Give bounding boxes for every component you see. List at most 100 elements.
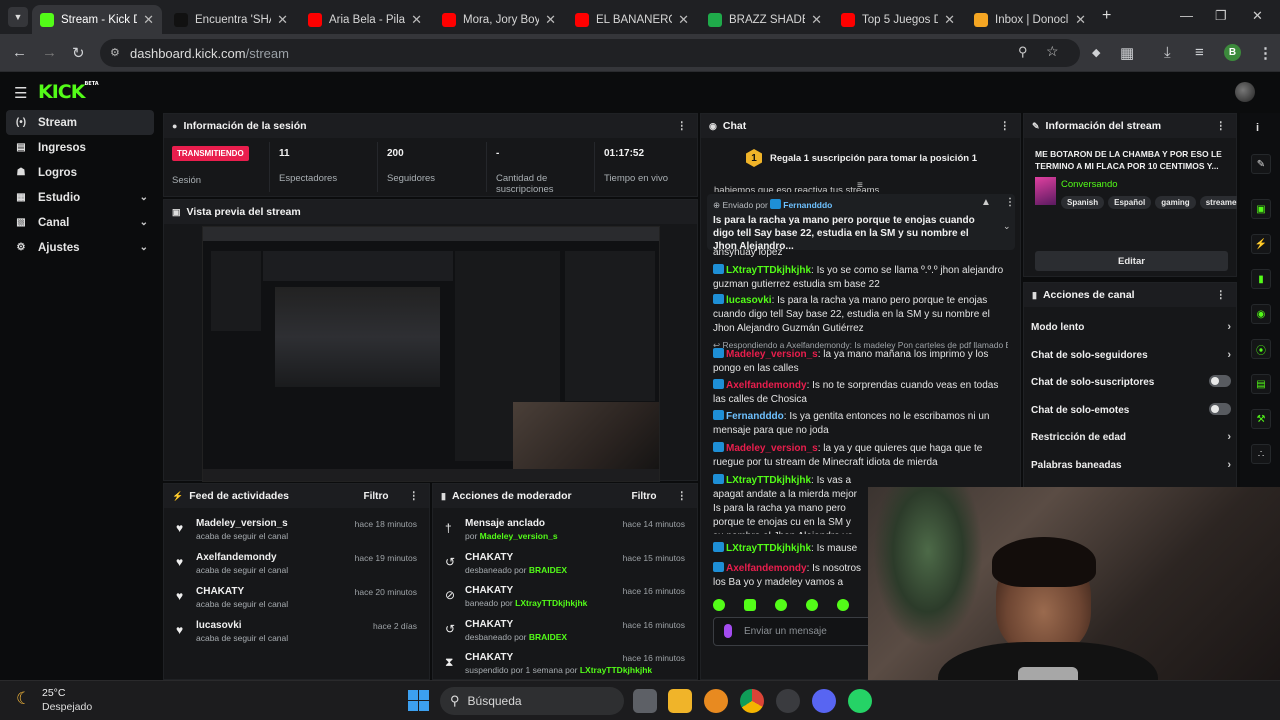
activity-filter-button[interactable]: Filtro <box>364 491 389 502</box>
download-icon[interactable]: ⤓ <box>1164 44 1171 61</box>
wrench-tool-icon[interactable]: ⚒ <box>1251 409 1271 429</box>
chevron-down-icon[interactable]: ⌄ <box>140 217 148 228</box>
chat-username[interactable]: Axelfandemondy <box>726 563 807 574</box>
category-name[interactable]: Conversando <box>1061 179 1118 190</box>
browser-menu-icon[interactable]: ⋮ <box>1258 44 1273 62</box>
sidebar-item-stream[interactable]: (•) Stream <box>6 110 154 135</box>
chat-message[interactable]: Fernandddo: Is ya gentita entonces no le… <box>713 410 1013 438</box>
app-icon[interactable] <box>776 689 800 713</box>
expand-pinned-icon[interactable]: ⌄ <box>1003 221 1011 232</box>
task-view-icon[interactable] <box>633 689 657 713</box>
chevron-right-icon[interactable]: › <box>1227 349 1231 361</box>
fl-studio-icon[interactable] <box>704 689 728 713</box>
mod-action-by[interactable]: BRAIDEX <box>529 565 567 575</box>
chevron-right-icon[interactable]: › <box>1227 431 1231 443</box>
mod-menu[interactable]: ⋮ <box>677 490 688 502</box>
discord-icon[interactable] <box>812 689 836 713</box>
tag-chip[interactable]: streamer <box>1199 196 1237 209</box>
pinned-menu[interactable]: ⋮ <box>1005 197 1015 208</box>
chat-username[interactable]: lucasovki <box>726 295 772 306</box>
browser-tab[interactable]: EL BANANERO - ✕ <box>567 5 697 34</box>
extensions-icon[interactable]: ▦ <box>1120 44 1134 62</box>
session-info-menu[interactable]: ⋮ <box>677 120 688 132</box>
activity-menu[interactable]: ⋮ <box>409 490 420 502</box>
sidebar-item-ingresos[interactable]: ▤ Ingresos <box>6 135 154 160</box>
forward-button[interactable]: → <box>42 44 57 61</box>
chat-message[interactable]: LXtrayTTDkjhkjhk: Is yo se como se llama… <box>713 264 1013 292</box>
chat-username[interactable]: Madeley_version_s <box>726 443 818 454</box>
weather-temp[interactable]: 25°C <box>42 687 65 699</box>
unpin-icon[interactable]: ▲ <box>981 197 991 208</box>
media-controls-icon[interactable]: ≡ <box>1195 44 1204 61</box>
site-info-icon[interactable]: ⚙ <box>110 46 120 59</box>
zoom-search-icon[interactable]: ⚲ <box>1018 44 1028 60</box>
chat-username[interactable]: Axelfandemondy <box>726 380 807 391</box>
start-button[interactable] <box>408 690 429 711</box>
chevron-right-icon[interactable]: › <box>1227 459 1231 471</box>
activity-user[interactable]: Madeley_version_s <box>196 518 288 529</box>
emote-icon[interactable] <box>713 599 725 611</box>
url-input[interactable]: ⚙ dashboard.kick.com/stream ⚲ ☆ <box>100 39 1080 67</box>
chat-message[interactable]: Axelfandemondy: Is no te sorprendas cuan… <box>713 379 1013 407</box>
chat-message[interactable]: lucasovki: Is para la racha ya mano pero… <box>713 294 1013 336</box>
user-avatar[interactable] <box>1235 82 1255 102</box>
kick-logo[interactable]: KICKBETA <box>38 81 99 103</box>
pinned-message[interactable]: ⊕ Enviado por Fernandddo ▲ ⋮ Is para la … <box>707 194 1015 252</box>
broadcast-tool-icon[interactable]: ⦿ <box>1251 339 1271 359</box>
weather-moon-icon[interactable]: ☾ <box>16 689 31 709</box>
browser-tab[interactable]: Stream - Kick Da ✕ <box>32 5 162 34</box>
browser-tab[interactable]: Encuentra 'SHAD ✕ <box>166 5 296 34</box>
file-explorer-icon[interactable] <box>668 689 692 713</box>
toggle-switch[interactable] <box>1209 402 1231 415</box>
close-window-button[interactable]: ✕ <box>1252 8 1263 24</box>
gift-sub-banner[interactable]: 1 Regala 1 suscripción para tomar la pos… <box>701 138 1020 178</box>
sidebar-item-ajustes[interactable]: ⚙ Ajustes ⌄ <box>6 235 154 260</box>
chat-message[interactable]: LXtrayTTDkjhkjhk: Is mause vas a te <box>713 542 863 556</box>
whatsapp-icon[interactable] <box>848 689 872 713</box>
chat-message[interactable]: LXtrayTTDkjhkjhk: Is vas a apagat andate… <box>713 474 863 534</box>
tab-list-dropdown[interactable]: ▼ <box>8 7 28 27</box>
taskbar-search[interactable]: ⚲ Búsqueda <box>440 687 624 715</box>
emote-icon[interactable] <box>806 599 818 611</box>
stream-preview-video[interactable] <box>202 226 660 482</box>
close-tab-icon[interactable]: ✕ <box>545 12 556 28</box>
edit-stream-button[interactable]: Editar <box>1035 251 1228 271</box>
camera-tool-icon[interactable]: ▣ <box>1251 199 1271 219</box>
tag-chip[interactable]: gaming <box>1155 196 1196 209</box>
mod-filter-button[interactable]: Filtro <box>632 491 657 502</box>
hamburger-menu-icon[interactable]: ☰ <box>14 84 27 102</box>
sidebar-item-logros[interactable]: ☗ Logros <box>6 160 154 185</box>
new-tab-button[interactable]: + <box>1102 7 1111 25</box>
chat-message[interactable]: Madeley_version_s: la ya mano mañana los… <box>713 348 1013 376</box>
chat-username[interactable]: LXtrayTTDkjhkjhk <box>726 475 811 486</box>
category-thumbnail[interactable] <box>1035 177 1056 205</box>
extension-diamond-icon[interactable]: ◆ <box>1092 46 1100 59</box>
activity-user[interactable]: lucasovki <box>196 620 242 631</box>
chat-menu[interactable]: ⋮ <box>1000 120 1011 132</box>
back-button[interactable]: ← <box>12 44 27 61</box>
activity-user[interactable]: Axelfandemondy <box>196 552 277 563</box>
browser-tab[interactable]: BRAZZ SHADER ✕ <box>700 5 830 34</box>
sidebar-item-canal[interactable]: ▧ Canal ⌄ <box>6 210 154 235</box>
chat-tool-icon[interactable]: ◉ <box>1251 304 1271 324</box>
channel-action-item[interactable]: Palabras baneadas › <box>1031 459 1231 471</box>
channel-action-item[interactable]: Chat de solo-seguidores › <box>1031 349 1231 361</box>
toggle-switch[interactable] <box>1209 375 1231 387</box>
channel-action-item[interactable]: Restricción de edad › <box>1031 431 1231 443</box>
channel-actions-menu[interactable]: ⋮ <box>1216 289 1227 301</box>
channel-action-item[interactable]: Modo lento › <box>1031 321 1231 333</box>
mod-action-by[interactable]: Madeley_version_s <box>480 531 558 541</box>
chrome-icon[interactable] <box>740 689 764 713</box>
close-tab-icon[interactable]: ✕ <box>811 12 822 28</box>
browser-tab[interactable]: Aria Bela - Pilate ✕ <box>300 5 430 34</box>
mod-action-by[interactable]: BRAIDEX <box>529 632 567 642</box>
close-tab-icon[interactable]: ✕ <box>143 12 154 28</box>
stream-info-menu[interactable]: ⋮ <box>1216 120 1227 132</box>
close-tab-icon[interactable]: ✕ <box>944 12 955 28</box>
minimize-button[interactable]: — <box>1180 8 1193 23</box>
browser-tab[interactable]: Inbox | Donoclip ✕ <box>966 5 1094 34</box>
chat-username[interactable]: LXtrayTTDkjhkjhk <box>726 265 811 276</box>
tag-chip[interactable]: Spanish <box>1061 196 1105 209</box>
browser-tab[interactable]: Top 5 Juegos De ✕ <box>833 5 963 34</box>
mic-icon[interactable] <box>724 624 732 638</box>
